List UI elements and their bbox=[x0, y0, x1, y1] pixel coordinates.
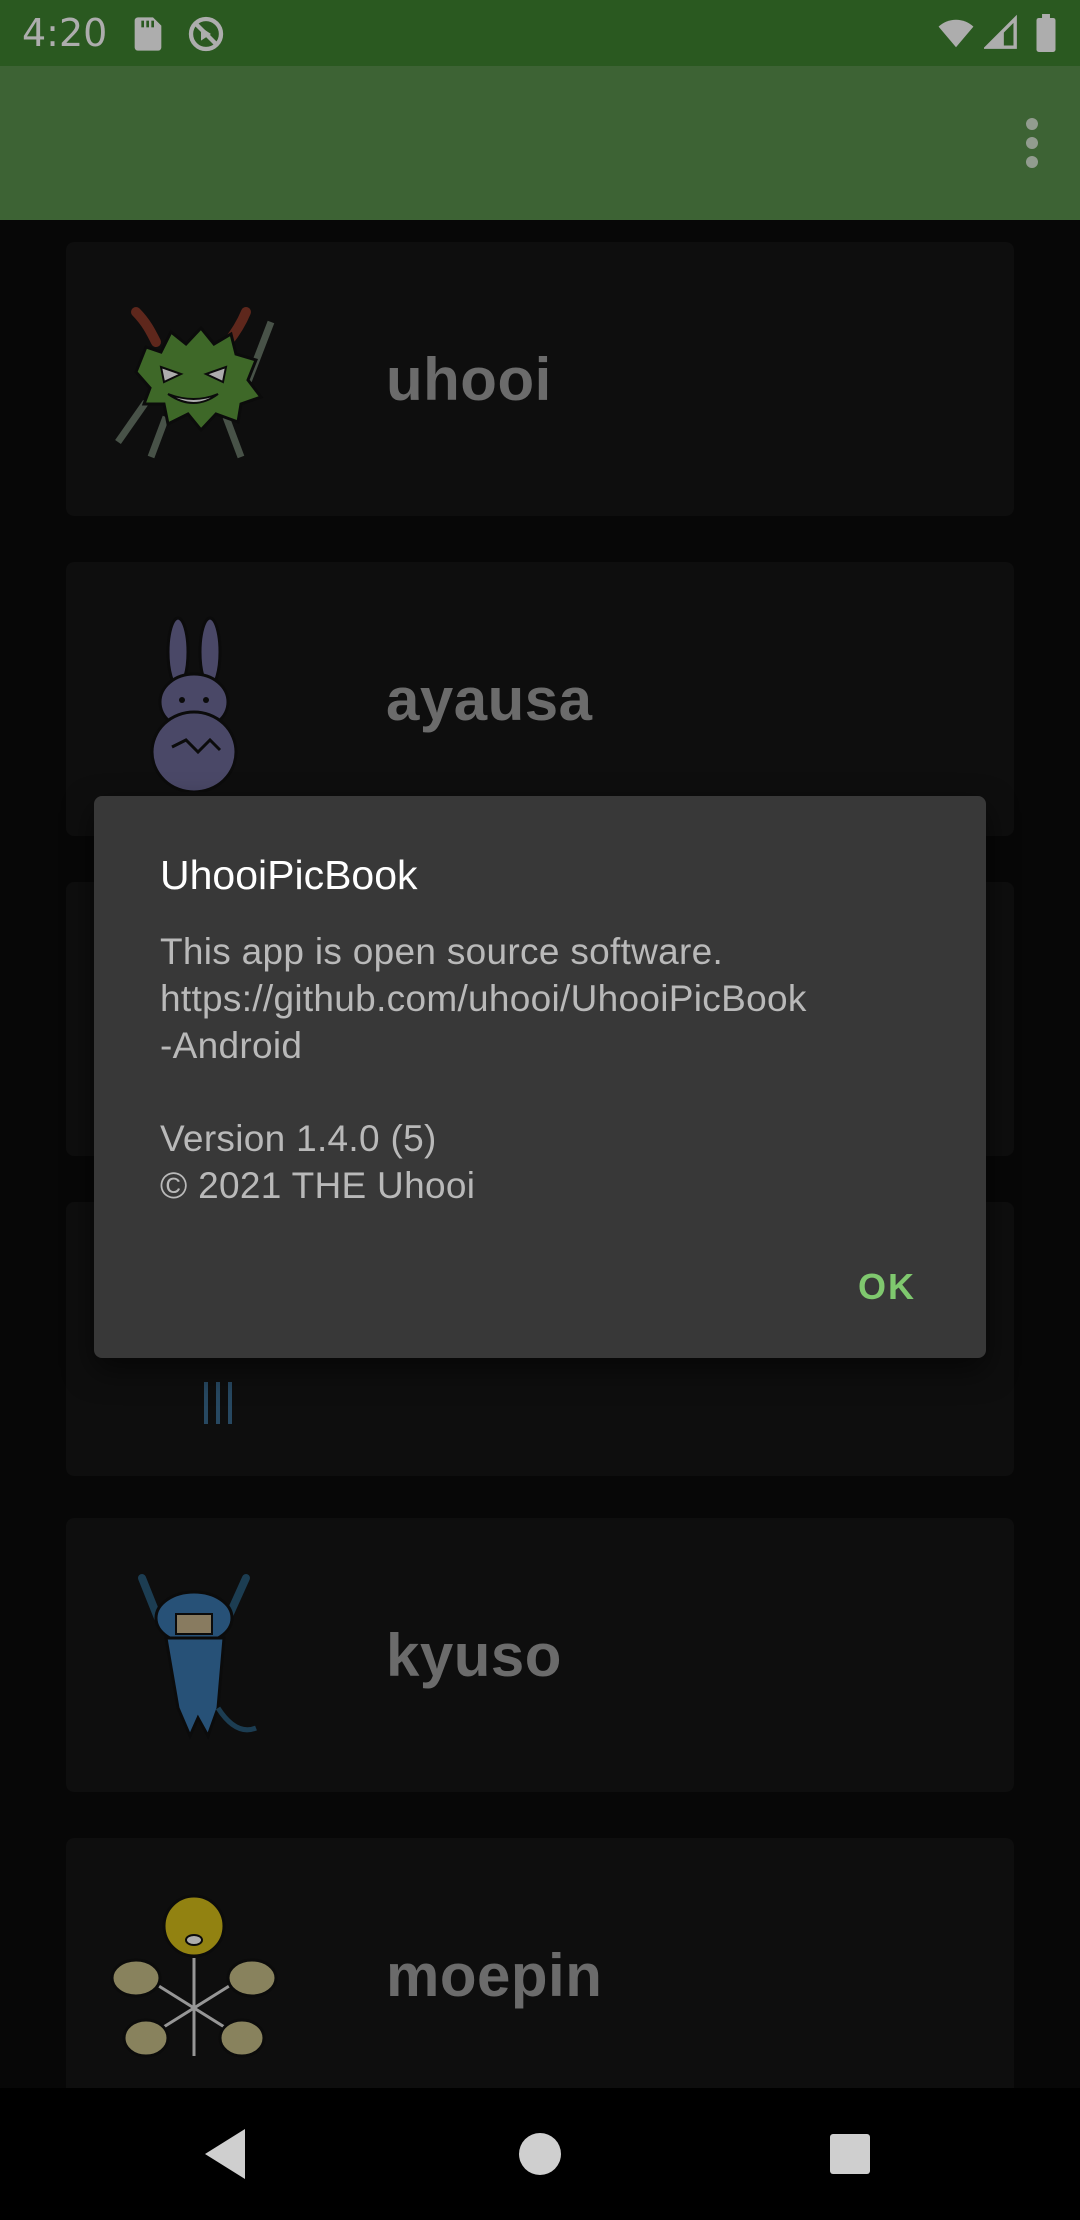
dialog-title: UhooiPicBook bbox=[160, 852, 418, 898]
dialog-version: Version 1.4.0 (5) bbox=[160, 1118, 437, 1159]
about-dialog: UhooiPicBook This app is open source sof… bbox=[94, 796, 986, 1358]
dialog-message: This app is open source software. https:… bbox=[160, 928, 940, 1209]
dialog-body-line[interactable]: -Android bbox=[160, 1022, 940, 1069]
dialog-body-line: This app is open source software. bbox=[160, 931, 724, 972]
back-icon bbox=[205, 2129, 245, 2179]
dialog-copyright: © 2021 THE Uhooi bbox=[160, 1165, 476, 1206]
home-button[interactable] bbox=[502, 2116, 578, 2192]
dialog-body-line[interactable]: https://github.com/uhooi/UhooiPicBook bbox=[160, 975, 940, 1022]
recents-icon bbox=[830, 2134, 870, 2174]
back-button[interactable] bbox=[188, 2116, 264, 2192]
ok-button[interactable]: OK bbox=[844, 1254, 930, 1320]
recents-button[interactable] bbox=[812, 2116, 888, 2192]
navigation-bar bbox=[0, 2088, 1080, 2220]
home-icon bbox=[519, 2133, 561, 2175]
